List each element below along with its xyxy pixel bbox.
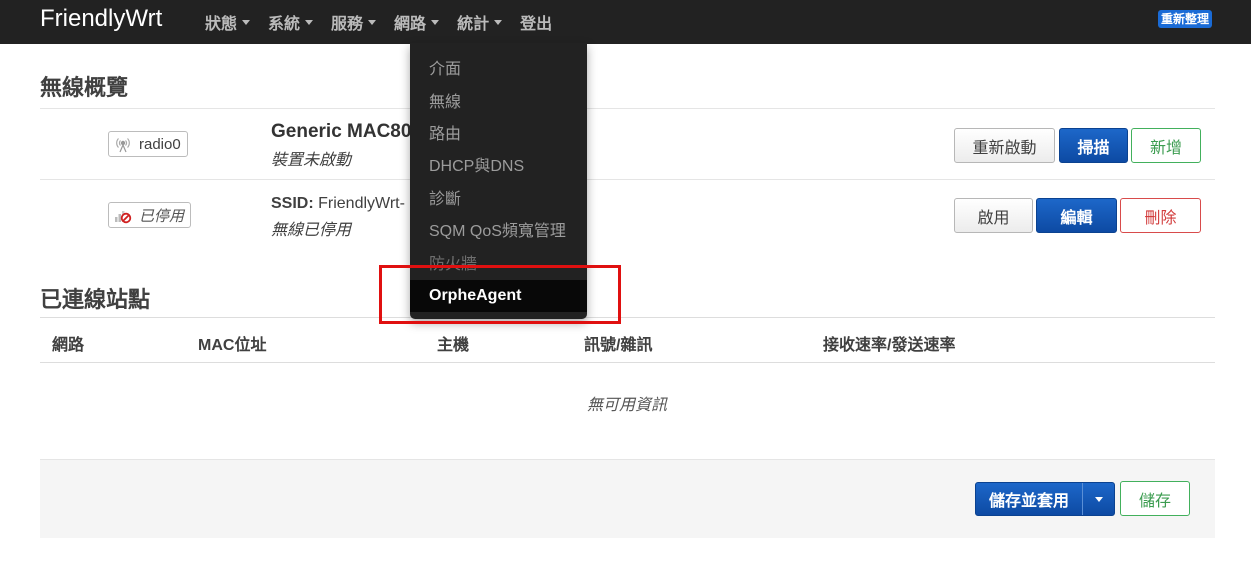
column-header: 網路 [52,337,85,354]
dropdown-item-sqm-qos[interactable]: SQM QoS頻寬管理 [410,213,587,245]
menu-label: 登出 [520,16,553,33]
dropdown-item-interfaces[interactable]: 介面 [410,51,587,83]
enable-button[interactable]: 啟用 [954,198,1033,233]
add-button[interactable]: 新增 [1131,128,1201,163]
main-menu: 狀態 系統 服務 網路 統計 登出 [196,0,561,44]
highlight-annotation-box [379,265,621,324]
connected-stations-title: 已連線站點 [40,287,151,312]
caret-down-icon [1094,496,1103,502]
menu-statistics[interactable]: 統計 [448,0,511,44]
divider [40,179,1215,180]
caret-down-icon [494,19,503,25]
brand-logo[interactable]: FriendlyWrt [40,5,162,33]
ssid-label: SSID: [271,195,314,212]
wireless-device-icon [116,138,130,153]
column-header: 訊號/雜訊 [584,337,653,354]
radio-device-label: radio0 [139,135,181,153]
column-header: 主機 [437,337,470,354]
dropdown-item-routes[interactable]: 路由 [410,116,587,148]
top-navbar: FriendlyWrt 狀態 系統 服務 網路 統計 登出 重新整理 [0,0,1251,44]
menu-label: 狀態 [205,16,238,33]
caret-down-icon [431,19,440,25]
save-apply-split-button: 儲存並套用 [975,482,1115,516]
device-status: 裝置未啟動 [271,152,352,169]
menu-logout[interactable]: 登出 [511,0,561,44]
dropdown-item-wireless[interactable]: 無線 [410,83,587,115]
restart-button[interactable]: 重新啟動 [954,128,1055,163]
menu-label: 系統 [268,16,301,33]
menu-status[interactable]: 狀態 [196,0,259,44]
scan-button[interactable]: 掃描 [1059,128,1128,163]
column-header: MAC位址 [198,337,267,354]
save-apply-dropdown-toggle[interactable] [1083,483,1114,515]
network-state-label: 已停用 [139,207,185,225]
stations-table-header: 網路 MAC位址 主機 訊號/雜訊 接收速率/發送速率 [40,317,1215,363]
save-button[interactable]: 儲存 [1120,481,1190,516]
menu-system[interactable]: 系統 [259,0,322,44]
menu-label: 網路 [394,16,427,33]
ssid-line: SSID: FriendlyWrt- [271,195,405,213]
menu-label: 服務 [331,16,364,33]
column-header: 接收速率/發送速率 [823,337,956,354]
caret-down-icon [305,19,314,25]
menu-services[interactable]: 服務 [322,0,385,44]
radio-device-badge: radio0 [108,131,188,157]
device-name: Generic MAC80 [271,121,412,142]
save-apply-button[interactable]: 儲存並套用 [976,483,1083,515]
empty-table-message: 無可用資訊 [587,397,668,414]
ssid-value: FriendlyWrt- [318,195,405,212]
dropdown-item-dhcp-dns[interactable]: DHCP與DNS [410,148,587,180]
wireless-overview-title: 無線概覽 [40,75,129,100]
dropdown-item-diagnostics[interactable]: 診斷 [410,181,587,213]
delete-button[interactable]: 刪除 [1120,198,1201,233]
refresh-badge[interactable]: 重新整理 [1158,10,1213,28]
network-state-badge: 已停用 [108,202,192,228]
menu-network[interactable]: 網路 [385,0,449,44]
edit-button[interactable]: 編輯 [1036,198,1117,233]
menu-label: 統計 [457,16,490,33]
signal-disabled-icon [115,211,132,224]
caret-down-icon [242,19,251,25]
caret-down-icon [368,19,377,25]
network-status: 無線已停用 [271,222,352,239]
divider [40,108,1215,109]
